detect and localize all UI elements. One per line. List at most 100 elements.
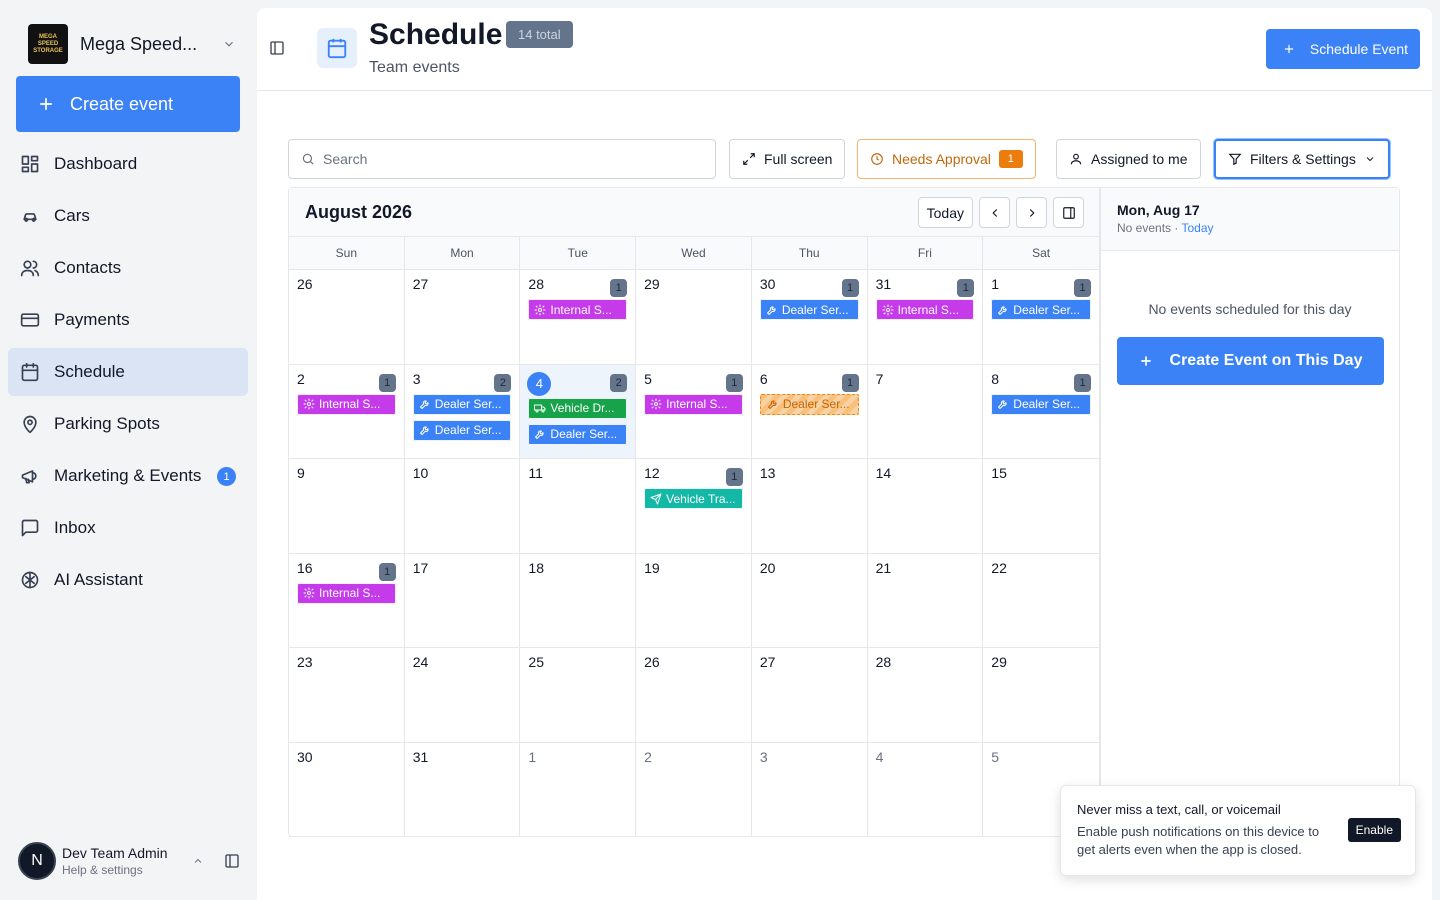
org-switcher[interactable]: MEGA SPEED STORAGE Mega Speed...	[28, 24, 236, 64]
day-cell[interactable]: 9	[289, 459, 405, 554]
day-cell[interactable]: 30 1 Dealer Ser...	[751, 270, 868, 365]
needs-approval-button[interactable]: Needs Approval 1	[857, 139, 1036, 179]
day-cell[interactable]: 13	[751, 459, 868, 554]
day-cell[interactable]: 17	[404, 553, 521, 648]
event-title: Dealer Ser...	[550, 427, 618, 441]
sidebar-toggle-icon[interactable]	[269, 40, 285, 56]
sidebar-item-label: Inbox	[54, 518, 96, 537]
event-chip-dealer[interactable]: Dealer Ser...	[412, 419, 512, 441]
day-cell[interactable]: 4 2 Vehicle Dr... Dealer Ser...	[520, 364, 637, 459]
event-chip-dealer[interactable]: Dealer Ser...	[528, 423, 628, 445]
day-cell[interactable]: 51 Internal S...	[636, 364, 752, 459]
day-number: 17	[412, 559, 429, 576]
user-menu[interactable]: N Dev Team Admin Help & settings	[18, 842, 240, 880]
payments-icon	[20, 310, 40, 330]
day-cell[interactable]: 7	[867, 364, 984, 459]
day-cell[interactable]: 21	[867, 553, 984, 648]
sidebar-item-inbox[interactable]: Inbox	[8, 504, 248, 552]
day-cell[interactable]: 11	[520, 459, 637, 554]
schedule-event-button[interactable]: Schedule Event	[1265, 29, 1420, 69]
sidebar-item-label: Marketing & Events	[54, 466, 202, 485]
event-chip-internal[interactable]: Internal S...	[297, 393, 396, 415]
day-number: 18	[528, 559, 544, 576]
event-count-badge: 1	[841, 279, 859, 297]
toggle-day-panel-button[interactable]	[1053, 197, 1084, 228]
sidebar-item-cars[interactable]: Cars	[8, 192, 248, 240]
event-chip-internal[interactable]: Internal S...	[644, 393, 743, 415]
weekday-label: Tue	[520, 237, 637, 269]
day-cell[interactable]: 31 1 Internal S...	[867, 270, 984, 365]
create-event-button[interactable]: Create event	[16, 76, 240, 132]
day-cell[interactable]: 15	[983, 459, 1099, 554]
toast-title: Never miss a text, call, or voicemail	[1077, 802, 1281, 817]
day-cell[interactable]: 30	[289, 742, 405, 837]
enable-notifications-button[interactable]: Enable	[1347, 818, 1401, 842]
fullscreen-button[interactable]: Full screen	[729, 139, 846, 179]
day-cell[interactable]: 26	[289, 270, 405, 365]
day-number: 28	[875, 654, 892, 670]
prev-month-button[interactable]	[979, 197, 1010, 228]
day-cell[interactable]: 19	[636, 553, 752, 648]
day-cell[interactable]: 21 Internal S...	[289, 364, 405, 459]
sidebar-item-contacts[interactable]: Contacts	[8, 244, 248, 292]
create-event-on-day-button[interactable]: Create Event on This Day	[1116, 337, 1384, 385]
sidebar-item-marketing-events[interactable]: Marketing & Events 1	[8, 452, 248, 500]
day-cell[interactable]: 25	[520, 648, 637, 743]
day-cell[interactable]: 29	[983, 648, 1099, 743]
event-chip-dealer[interactable]: Dealer Ser...	[412, 393, 512, 415]
event-chip-dealer[interactable]: Dealer Ser...	[991, 393, 1091, 415]
day-number: 27	[412, 276, 429, 292]
event-count-badge: 1	[1074, 373, 1091, 392]
day-cell[interactable]: 10	[404, 459, 521, 554]
event-chip-dealer[interactable]: Dealer Ser...	[759, 299, 859, 320]
event-chip-internal[interactable]: Internal S...	[528, 299, 628, 320]
weekday-header: Sun Mon Tue Wed Thu Fri Sat	[289, 237, 1099, 270]
day-cell[interactable]: 31	[404, 742, 521, 837]
sidebar-item-ai-assistant[interactable]: AI Assistant	[8, 556, 248, 604]
event-chip-vehicle[interactable]: Vehicle Dr...	[528, 397, 628, 419]
event-chip-pending[interactable]: Dealer Ser...	[759, 393, 859, 415]
today-button[interactable]: Today	[917, 197, 973, 228]
day-cell[interactable]: 1	[520, 742, 637, 837]
day-cell[interactable]: 28 1 Internal S...	[520, 270, 637, 365]
day-cell[interactable]: 20	[751, 553, 868, 648]
day-cell[interactable]: 23	[289, 648, 405, 743]
sidebar-item-schedule[interactable]: Schedule	[8, 348, 248, 396]
search-input[interactable]	[323, 151, 703, 167]
sidebar-item-dashboard[interactable]: Dashboard	[8, 140, 248, 188]
next-month-button[interactable]	[1016, 197, 1047, 228]
sidebar-item-payments[interactable]: Payments	[8, 296, 248, 344]
day-cell[interactable]: 3	[751, 742, 868, 837]
day-cell[interactable]: 32 Dealer Ser... Dealer Ser...	[404, 364, 521, 459]
day-cell[interactable]: 24	[404, 648, 521, 743]
day-cell[interactable]: 27	[751, 648, 868, 743]
day-number: 1	[528, 748, 537, 765]
event-chip-internal[interactable]: Internal S...	[297, 582, 396, 604]
day-cell[interactable]: 2	[636, 742, 752, 837]
event-chip-transport[interactable]: Vehicle Tra...	[644, 488, 743, 509]
assigned-to-me-button[interactable]: Assigned to me	[1056, 139, 1201, 179]
chevron-left-icon	[988, 206, 1002, 220]
day-panel: Mon, Aug 17 No events · Today No events …	[1100, 187, 1400, 837]
day-cell[interactable]: 29	[636, 270, 752, 365]
day-cell[interactable]: 28	[867, 648, 984, 743]
filters-settings-button[interactable]: Filters & Settings	[1214, 139, 1390, 179]
day-cell[interactable]: 61 Dealer Ser...	[751, 364, 868, 459]
event-chip-dealer[interactable]: Dealer Ser...	[991, 299, 1091, 320]
day-cell[interactable]: 27	[404, 270, 521, 365]
day-cell[interactable]: 26	[636, 648, 752, 743]
event-chip-internal[interactable]: Internal S...	[875, 299, 975, 320]
event-title: Dealer Ser...	[781, 302, 849, 317]
day-cell[interactable]: 11 Dealer Ser...	[983, 270, 1099, 365]
day-cell[interactable]: 14	[867, 459, 984, 554]
day-cell[interactable]: 12 1 Vehicle Tra...	[636, 459, 752, 554]
day-cell[interactable]: 81 Dealer Ser...	[983, 365, 1099, 459]
today-link[interactable]: Today	[1181, 221, 1213, 235]
collapse-sidebar-icon[interactable]	[224, 853, 240, 869]
day-cell[interactable]: 4	[867, 742, 984, 837]
day-cell[interactable]: 16 1 Internal S...	[289, 553, 405, 648]
fullscreen-label: Full screen	[764, 151, 833, 167]
sidebar-item-parking-spots[interactable]: Parking Spots	[8, 400, 248, 448]
day-cell[interactable]: 18	[520, 553, 637, 648]
day-cell[interactable]: 22	[983, 554, 1099, 648]
